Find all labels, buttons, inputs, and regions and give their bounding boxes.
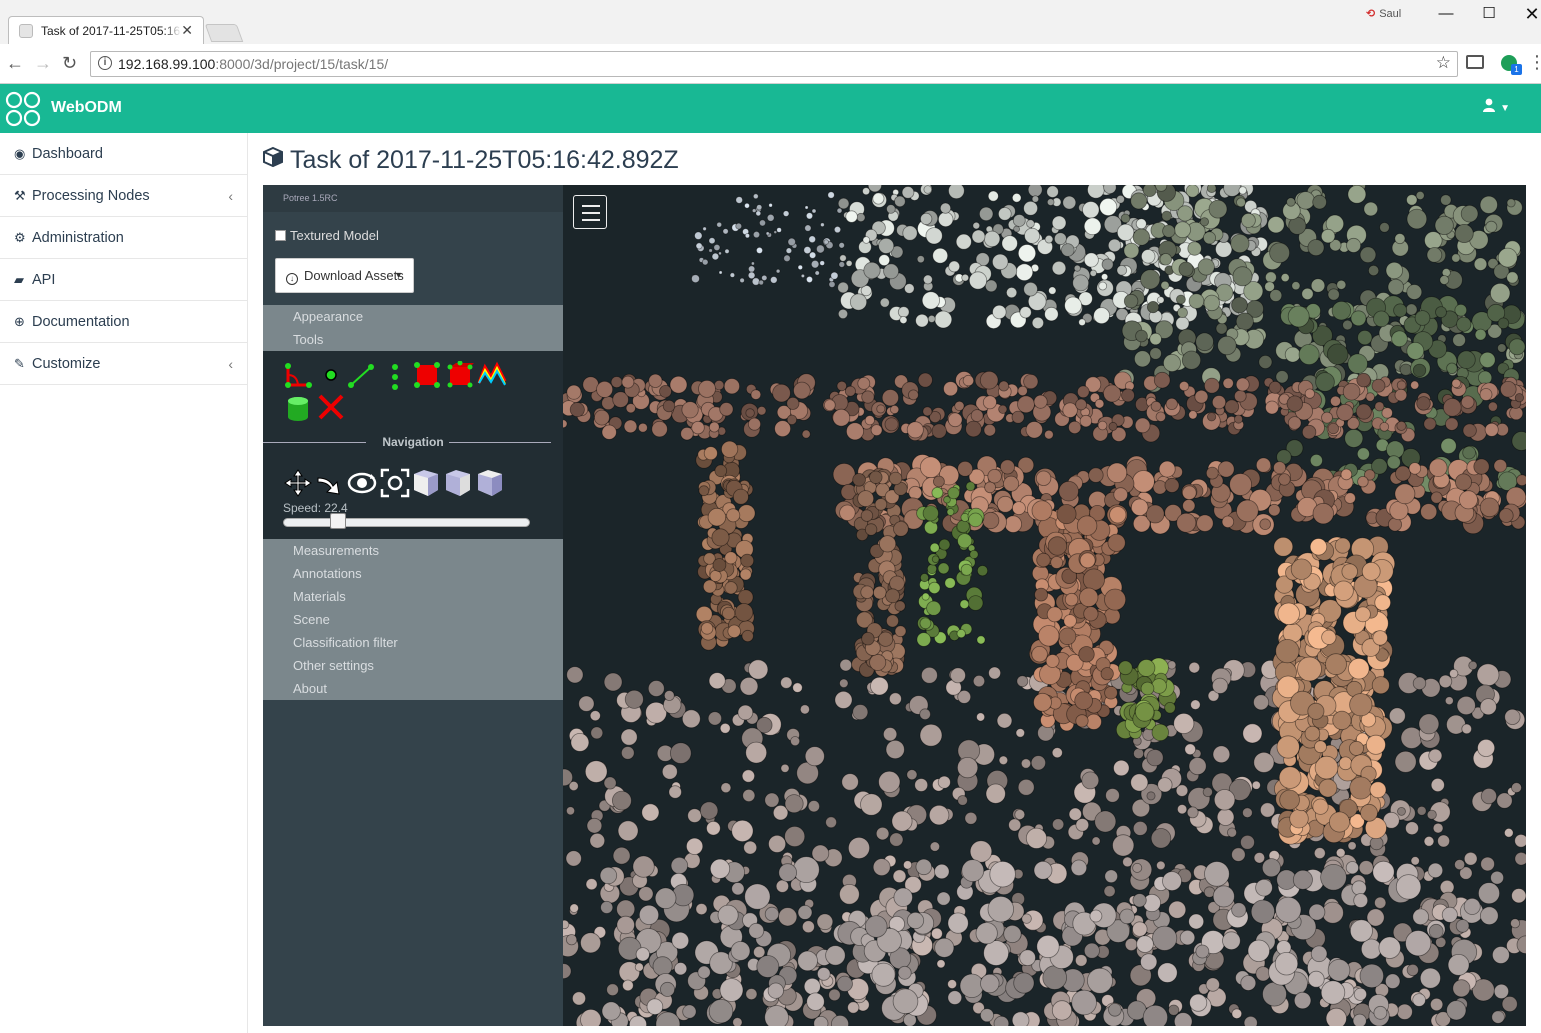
clip-volume-tool-icon[interactable] bbox=[285, 395, 311, 423]
profile-name: Saul bbox=[1379, 8, 1402, 20]
left-view-icon[interactable] bbox=[412, 468, 440, 498]
sidebar-item-label: Dashboard bbox=[32, 146, 103, 162]
sidebar-item-customize[interactable]: ✎ Customize ‹ bbox=[0, 343, 247, 385]
menu-measurements[interactable]: Measurements bbox=[263, 539, 563, 562]
menu-appearance[interactable]: Appearance bbox=[263, 305, 563, 328]
sidebar-item-label: Processing Nodes bbox=[32, 188, 150, 204]
sidebar-item-label: Documentation bbox=[32, 314, 130, 330]
browser-tab[interactable]: Task of 2017-11-25T05:16:42.892Z ✕ bbox=[8, 16, 204, 44]
maximize-button[interactable]: ☐ bbox=[1466, 2, 1512, 26]
point-cloud-viewer[interactable] bbox=[563, 185, 1526, 1026]
browser-menu-icon[interactable]: ⋮ bbox=[1528, 52, 1541, 73]
distance-tool-icon[interactable] bbox=[347, 363, 375, 389]
orbit-control-icon[interactable] bbox=[347, 468, 377, 498]
download-assets-button[interactable]: ↓ Download Assets ▼ bbox=[275, 258, 414, 293]
dashboard-icon: ◉ bbox=[14, 146, 26, 161]
forward-button[interactable]: → bbox=[34, 53, 52, 74]
point-tool-icon[interactable] bbox=[321, 365, 341, 387]
caret-down-icon: ▼ bbox=[1500, 103, 1511, 114]
menu-tools[interactable]: Tools bbox=[263, 328, 563, 351]
sidebar-item-api[interactable]: ▰ API bbox=[0, 259, 247, 301]
toggle-sidebar-button[interactable] bbox=[573, 195, 607, 229]
wrench-icon: ⚒ bbox=[14, 188, 26, 203]
user-icon bbox=[1483, 98, 1495, 112]
potree-sidebar: Potree 1.5RC Textured Model ↓ Download As… bbox=[263, 185, 563, 1026]
new-tab-button[interactable] bbox=[204, 24, 244, 42]
page-title: Task of 2017-11-25T05:16:42.892Z bbox=[262, 146, 679, 175]
minimize-button[interactable]: — bbox=[1423, 2, 1469, 26]
cast-icon[interactable] bbox=[1466, 55, 1484, 69]
window-close-button[interactable]: ✕ bbox=[1509, 2, 1541, 26]
browser-tabstrip: Task of 2017-11-25T05:16:42.892Z ✕ ⟲Saul… bbox=[0, 0, 1541, 44]
browser-tab-title: Task of 2017-11-25T05:16:42.892Z bbox=[41, 24, 181, 38]
app-title[interactable]: WebODM bbox=[51, 99, 122, 117]
potree-menu-top: Appearance Tools bbox=[263, 305, 563, 351]
profile-icon: ⟲ bbox=[1366, 8, 1376, 20]
url-host: 192.168.99.100 bbox=[118, 56, 216, 72]
speed-slider[interactable] bbox=[283, 518, 530, 527]
gears-icon: ⚙ bbox=[14, 230, 26, 245]
menu-about[interactable]: About bbox=[263, 677, 563, 700]
navigation-heading: Navigation bbox=[263, 435, 563, 449]
sidebar-item-administration[interactable]: ⚙ Administration bbox=[0, 217, 247, 259]
sidebar-item-label: API bbox=[32, 272, 56, 288]
url-text: 192.168.99.100:8000/3d/project/15/task/1… bbox=[118, 56, 388, 72]
url-path: :8000/3d/project/15/task/15/ bbox=[215, 56, 389, 72]
potree-menu-bottom: Measurements Annotations Materials Scene… bbox=[263, 539, 563, 700]
app-header: WebODM ▼ bbox=[0, 84, 1541, 133]
sidebar-item-processing-nodes[interactable]: ⚒ Processing Nodes ‹ bbox=[0, 175, 247, 217]
remove-all-icon[interactable] bbox=[317, 393, 345, 421]
extension-badge: 1 bbox=[1511, 64, 1522, 75]
sidebar-item-label: Administration bbox=[32, 230, 124, 246]
profile-badge[interactable]: ⟲ Saul bbox=[1366, 7, 1401, 20]
cube-icon bbox=[263, 146, 283, 168]
area-tool-icon[interactable] bbox=[413, 361, 441, 389]
menu-scene[interactable]: Scene bbox=[263, 608, 563, 631]
menu-materials[interactable]: Materials bbox=[263, 585, 563, 608]
lifebuoy-icon: ⊕ bbox=[14, 314, 25, 329]
textured-model-label: Textured Model bbox=[290, 228, 379, 243]
fly-control-icon[interactable] bbox=[315, 468, 345, 498]
sidebar-item-label: Customize bbox=[32, 356, 101, 372]
menu-classification-filter[interactable]: Classification filter bbox=[263, 631, 563, 654]
chevron-left-icon: ‹ bbox=[228, 356, 233, 372]
user-menu-button[interactable]: ▼ bbox=[1482, 98, 1510, 115]
sidebar-item-documentation[interactable]: ⊕ Documentation bbox=[0, 301, 247, 343]
textured-model-toggle[interactable]: Textured Model bbox=[275, 228, 379, 243]
favicon-icon bbox=[19, 24, 33, 38]
front-view-icon[interactable] bbox=[444, 468, 472, 498]
textured-model-checkbox[interactable] bbox=[275, 230, 286, 241]
extension-icon[interactable]: 1 bbox=[1501, 55, 1522, 75]
back-button[interactable]: ← bbox=[6, 53, 24, 74]
sidebar-item-dashboard[interactable]: ◉ Dashboard bbox=[0, 133, 247, 175]
browser-toolbar: ← → ↻ i 192.168.99.100:8000/3d/project/1… bbox=[0, 44, 1541, 84]
menu-other-settings[interactable]: Other settings bbox=[263, 654, 563, 677]
potree-version: Potree 1.5RC bbox=[263, 185, 563, 212]
tools-panel: Navigation Speed: 22.4 bbox=[263, 351, 563, 539]
page-title-text: Task of 2017-11-25T05:16:42.892Z bbox=[290, 146, 679, 174]
earth-control-icon[interactable] bbox=[283, 468, 313, 498]
address-bar[interactable]: i 192.168.99.100:8000/3d/project/15/task… bbox=[90, 51, 1458, 77]
magic-icon: ✎ bbox=[14, 356, 25, 371]
download-assets-label: Download Assets bbox=[304, 268, 404, 283]
top-view-icon[interactable] bbox=[476, 468, 504, 498]
reload-button[interactable]: ↻ bbox=[62, 53, 77, 74]
bookmark-star-icon[interactable]: ☆ bbox=[1436, 53, 1451, 73]
speed-slider-handle[interactable] bbox=[330, 513, 346, 529]
book-icon: ▰ bbox=[14, 272, 24, 287]
menu-annotations[interactable]: Annotations bbox=[263, 562, 563, 585]
angle-tool-icon[interactable] bbox=[283, 361, 313, 391]
info-icon[interactable]: i bbox=[98, 56, 112, 70]
profile-tool-icon[interactable] bbox=[477, 361, 507, 387]
webodm-logo-icon[interactable] bbox=[4, 91, 42, 127]
height-tool-icon[interactable] bbox=[387, 363, 403, 391]
caret-down-icon: ▼ bbox=[394, 270, 403, 280]
volume-tool-icon[interactable] bbox=[445, 361, 475, 389]
close-tab-icon[interactable]: ✕ bbox=[181, 22, 193, 39]
point-cloud-canvas[interactable] bbox=[563, 185, 1526, 1026]
focus-control-icon[interactable] bbox=[380, 468, 410, 498]
download-icon: ↓ bbox=[286, 273, 298, 285]
chevron-left-icon: ‹ bbox=[228, 188, 233, 204]
sidebar: ◉ Dashboard ⚒ Processing Nodes ‹ ⚙ Administ… bbox=[0, 133, 248, 1033]
